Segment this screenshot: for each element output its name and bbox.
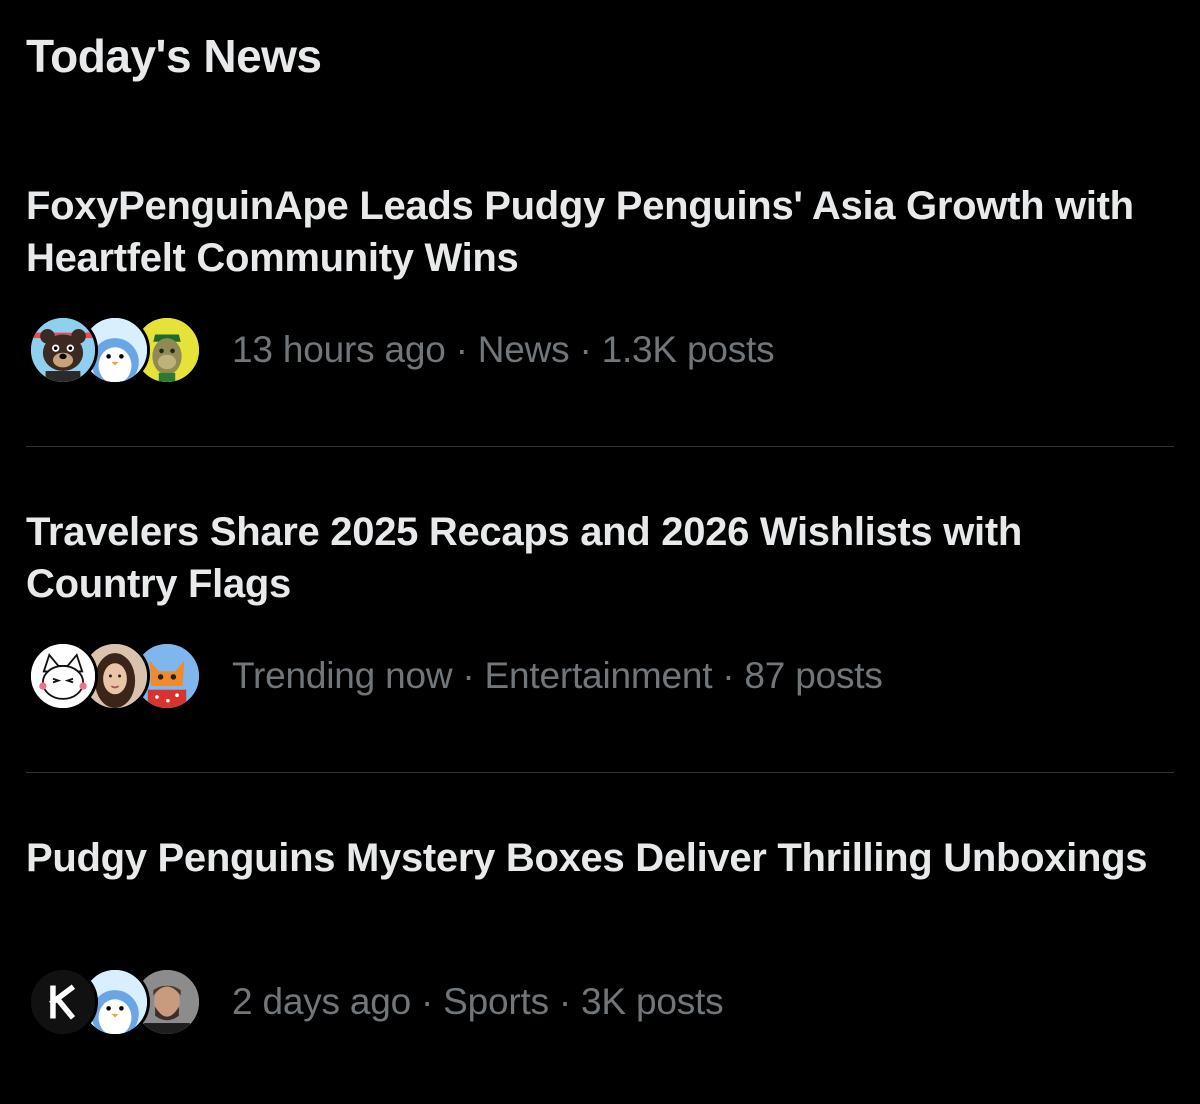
avatar-stack <box>28 964 208 1040</box>
news-meta-text: 13 hours ago · News · 1.3K posts <box>232 329 775 371</box>
news-time: 13 hours ago <box>232 329 446 370</box>
news-category: Entertainment <box>484 655 713 696</box>
meta-separator: · <box>455 329 468 370</box>
news-meta: 2 days ago · Sports · 3K posts <box>28 964 724 1040</box>
avatar-stack <box>28 638 208 714</box>
news-category: Sports <box>443 981 549 1022</box>
news-headline[interactable]: Travelers Share 2025 Recaps and 2026 Wis… <box>26 506 1176 610</box>
news-post-count: 1.3K posts <box>601 329 775 370</box>
news-meta: Trending now · Entertainment · 87 posts <box>28 638 883 714</box>
bear-avatar <box>28 315 98 385</box>
news-meta-text: Trending now · Entertainment · 87 posts <box>232 655 883 697</box>
divider <box>26 772 1174 773</box>
meta-separator: · <box>421 981 434 1022</box>
news-meta-text: 2 days ago · Sports · 3K posts <box>232 981 724 1023</box>
section-title: Today's News <box>26 30 322 82</box>
meta-separator: · <box>579 329 592 370</box>
meta-separator: · <box>462 655 475 696</box>
k-logo-avatar <box>28 967 98 1037</box>
cat-avatar <box>28 641 98 711</box>
news-headline[interactable]: FoxyPenguinApe Leads Pudgy Penguins' Asi… <box>26 180 1176 284</box>
news-category: News <box>477 329 570 370</box>
news-time: Trending now <box>232 655 453 696</box>
news-meta: 13 hours ago · News · 1.3K posts <box>28 312 775 388</box>
news-time: 2 days ago <box>232 981 412 1022</box>
news-headline[interactable]: Pudgy Penguins Mystery Boxes Deliver Thr… <box>26 832 1176 884</box>
avatar-stack <box>28 312 208 388</box>
meta-separator: · <box>722 655 735 696</box>
divider <box>26 446 1174 447</box>
news-post-count: 3K posts <box>581 981 724 1022</box>
news-post-count: 87 posts <box>744 655 883 696</box>
meta-separator: · <box>558 981 572 1022</box>
